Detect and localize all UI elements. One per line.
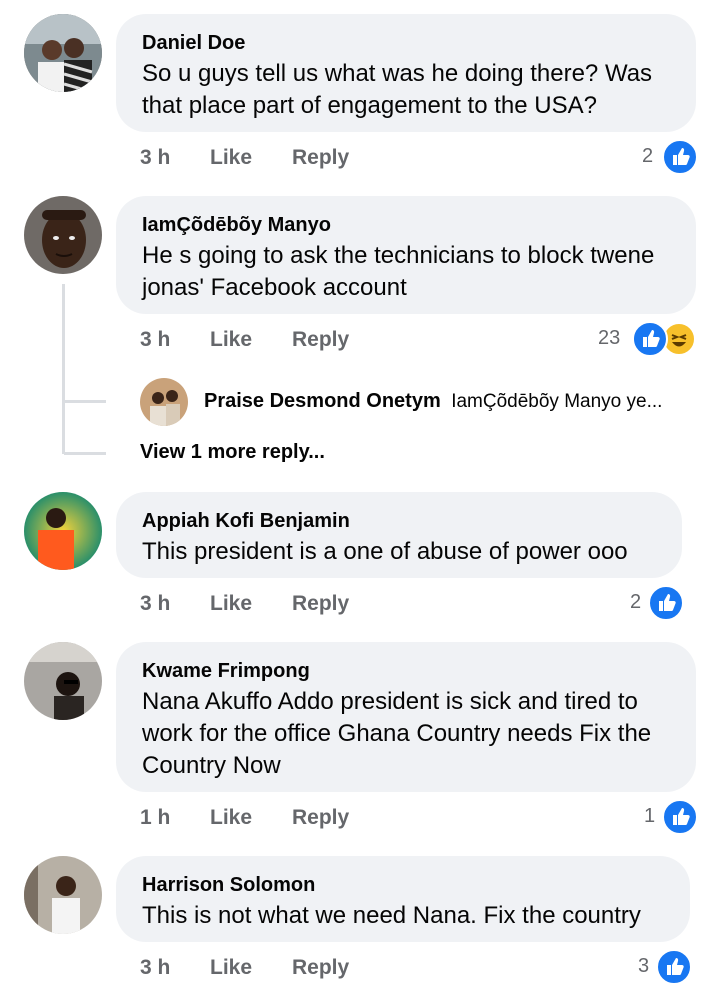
comment-text: So u guys tell us what was he doing ther… [142, 60, 653, 119]
thumbs-up-icon [648, 585, 684, 621]
avatar-harrison-solomon[interactable] [24, 856, 102, 934]
commenter-name[interactable]: Harrison Solomon [142, 872, 664, 898]
comment-bubble: Appiah Kofi Benjamin This president is a… [116, 492, 682, 578]
comment-bubble: Daniel Doe So u guys tell us what was he… [116, 14, 696, 132]
comment-time[interactable]: 3 h [140, 956, 170, 980]
reaction-count[interactable]: 2 [642, 145, 653, 168]
commenter-name[interactable]: Kwame Frimpong [142, 658, 670, 684]
comment-text: Nana Akuffo Addo president is sick and t… [142, 688, 652, 779]
avatar-kwame-frimpong[interactable] [24, 642, 102, 720]
reaction-count[interactable]: 2 [630, 591, 641, 614]
like-button[interactable]: Like [210, 146, 252, 170]
avatar-appiah-kofi-benjamin[interactable] [24, 492, 102, 570]
reply-text-preview[interactable]: IamÇõdēbõy Manyo ye... [451, 391, 662, 412]
thumbs-up-icon [656, 949, 692, 985]
comment-time[interactable]: 1 h [140, 806, 170, 830]
thumbs-up-icon [662, 799, 698, 835]
comment-bubble: Kwame Frimpong Nana Akuffo Addo presiden… [116, 642, 696, 792]
commenter-name[interactable]: Appiah Kofi Benjamin [142, 508, 656, 534]
thumbs-up-icon [662, 139, 698, 175]
comment-time[interactable]: 3 h [140, 592, 170, 616]
reply-button[interactable]: Reply [292, 146, 349, 170]
reply-author-name[interactable]: Praise Desmond Onetym [204, 390, 441, 412]
comment-text: This president is a one of abuse of powe… [142, 538, 628, 565]
thread-connector [64, 400, 106, 403]
avatar-iamcodeboy-manyo[interactable] [24, 196, 102, 274]
reaction-count[interactable]: 23 [598, 327, 620, 350]
like-button[interactable]: Like [210, 592, 252, 616]
reply-button[interactable]: Reply [292, 956, 349, 980]
thread-line [62, 284, 65, 454]
comment-time[interactable]: 3 h [140, 328, 170, 352]
reply-button[interactable]: Reply [292, 806, 349, 830]
comment-text: This is not what we need Nana. Fix the c… [142, 902, 641, 929]
view-more-replies-link[interactable]: View 1 more reply... [140, 441, 325, 464]
commenter-name[interactable]: Daniel Doe [142, 30, 670, 56]
reaction-count[interactable]: 3 [638, 955, 649, 978]
like-button[interactable]: Like [210, 328, 252, 352]
avatar-praise-desmond[interactable] [140, 378, 188, 426]
comment-bubble: Harrison Solomon This is not what we nee… [116, 856, 690, 942]
reply-button[interactable]: Reply [292, 592, 349, 616]
like-button[interactable]: Like [210, 956, 252, 980]
reply-button[interactable]: Reply [292, 328, 349, 352]
comment-time[interactable]: 3 h [140, 146, 170, 170]
comment-text: He s going to ask the technicians to blo… [142, 242, 655, 301]
commenter-name[interactable]: IamÇõdēbõy Manyo [142, 212, 670, 238]
thumbs-up-icon [632, 321, 668, 357]
like-button[interactable]: Like [210, 806, 252, 830]
avatar-daniel-doe[interactable] [24, 14, 102, 92]
thread-connector [64, 452, 106, 455]
comment-bubble: IamÇõdēbõy Manyo He s going to ask the t… [116, 196, 696, 314]
reaction-count[interactable]: 1 [644, 805, 655, 828]
